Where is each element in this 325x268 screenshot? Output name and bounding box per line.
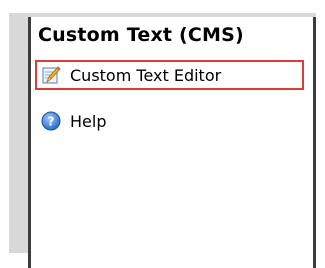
- menu-item-custom-text-editor[interactable]: Custom Text Editor: [35, 60, 304, 90]
- svg-text:?: ?: [48, 115, 55, 129]
- menu-item-label: Custom Text Editor: [70, 65, 222, 85]
- panel-title: Custom Text (CMS): [38, 24, 244, 46]
- menu-item-label: Help: [70, 111, 107, 131]
- screenshot-stage: Custom Text (CMS) Custom Text Editor ? H…: [0, 0, 325, 268]
- pencil-edit-icon: [41, 65, 61, 85]
- menu-item-help[interactable]: ? Help: [35, 106, 235, 136]
- cms-side-panel: Custom Text (CMS) Custom Text Editor ? H…: [28, 17, 316, 268]
- help-icon: ?: [41, 111, 61, 131]
